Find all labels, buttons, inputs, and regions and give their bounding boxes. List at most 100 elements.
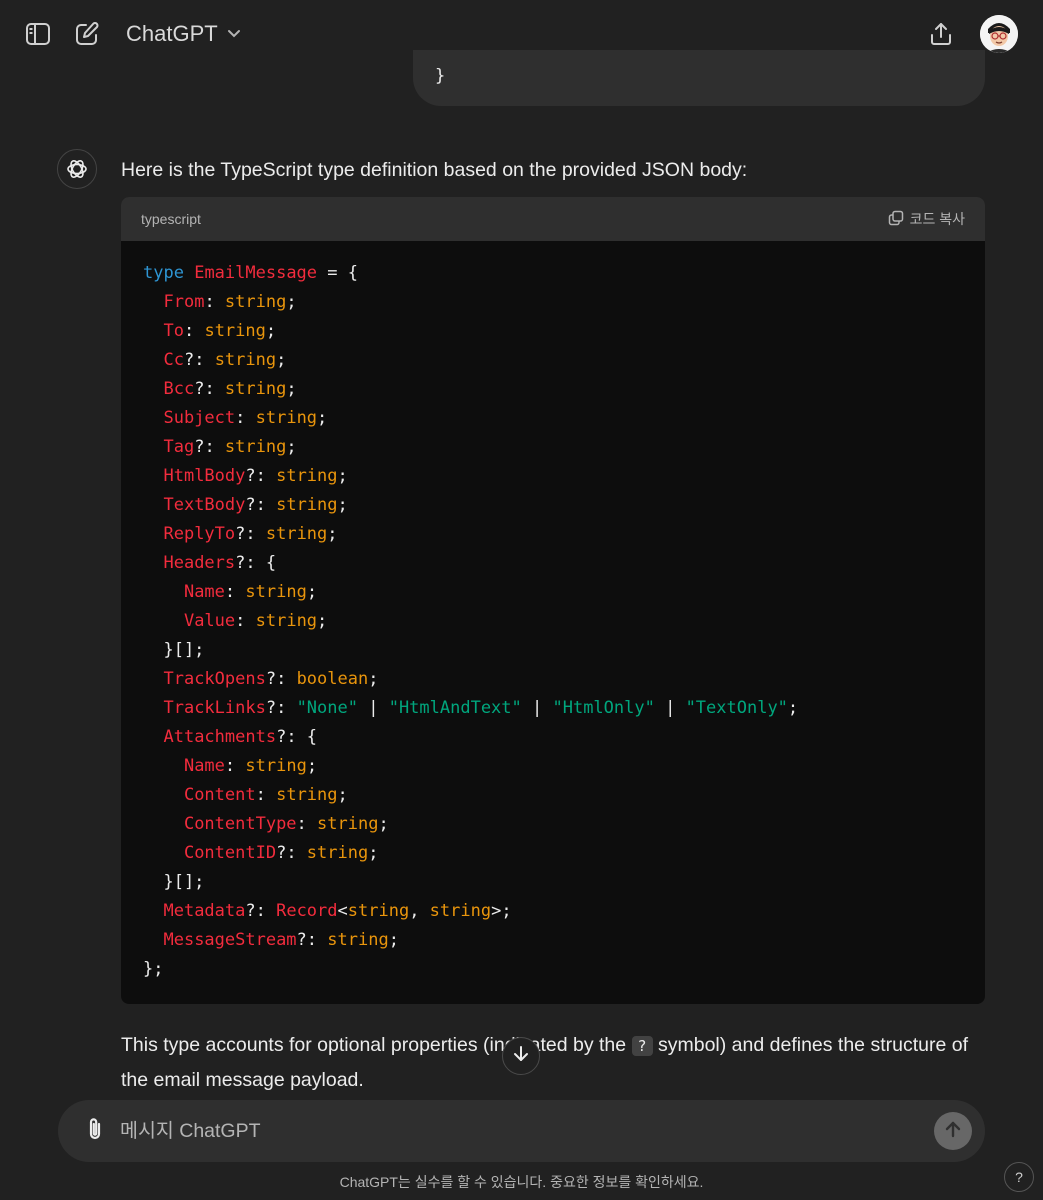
- code-line: Name: string;: [143, 752, 963, 781]
- code-token: string: [245, 582, 307, 602]
- message-input[interactable]: [120, 1100, 920, 1162]
- code-line: From: string;: [143, 288, 963, 317]
- code-token: >;: [491, 901, 512, 921]
- code-token: ;: [317, 611, 328, 631]
- code-token: ;: [286, 292, 297, 312]
- code-token: Headers: [163, 553, 236, 573]
- arrow-up-icon: [943, 1119, 963, 1144]
- code-token: From: [163, 292, 205, 312]
- share-icon[interactable]: [923, 16, 959, 52]
- code-line: Value: string;: [143, 607, 963, 636]
- code-token: string: [347, 901, 410, 921]
- user-message-text: }: [435, 66, 446, 86]
- copy-code-button[interactable]: 코드 복사: [888, 209, 965, 229]
- attach-button[interactable]: [78, 1114, 112, 1148]
- code-token: string: [327, 930, 389, 950]
- code-token: HtmlBody: [163, 466, 246, 486]
- code-token: string: [255, 611, 318, 631]
- user-avatar[interactable]: [980, 15, 1018, 53]
- code-line: TextBody?: string;: [143, 491, 963, 520]
- code-token: :: [204, 292, 225, 312]
- code-token: Record: [276, 901, 338, 921]
- code-token: ;: [317, 408, 328, 428]
- code-line: ContentID?: string;: [143, 839, 963, 868]
- copy-icon: [888, 210, 904, 229]
- code-token: ?:: [183, 350, 215, 370]
- code-token: ReplyTo: [163, 524, 236, 544]
- code-line: Headers?: {: [143, 549, 963, 578]
- code-token: ?:: [194, 379, 225, 399]
- code-token: "None": [296, 698, 358, 718]
- code-token: ContentID: [183, 843, 277, 863]
- code-line: Cc?: string;: [143, 346, 963, 375]
- code-token: TrackLinks: [163, 698, 266, 718]
- code-token: boolean: [296, 669, 369, 689]
- code-token: :: [296, 814, 318, 834]
- code-token: Tag: [163, 437, 195, 457]
- code-token: <: [337, 901, 348, 921]
- code-token: Value: [183, 611, 236, 631]
- code-token: |: [521, 698, 553, 718]
- sidebar-toggle-icon[interactable]: [20, 16, 56, 52]
- code-token: ?:: [245, 466, 277, 486]
- arrow-down-icon: [511, 1044, 531, 1069]
- code-token: ?:: [296, 930, 328, 950]
- code-token: ?:: [235, 524, 266, 544]
- code-token: ;: [337, 785, 348, 805]
- code-token: ;: [368, 669, 379, 689]
- code-token: string: [276, 495, 338, 515]
- code-block: typescript 코드 복사 type EmailMessage = { F…: [121, 197, 985, 1004]
- code-line: Metadata?: Record<string, string>;: [143, 897, 963, 926]
- code-token: :: [224, 756, 246, 776]
- code-line: MessageStream?: string;: [143, 926, 963, 955]
- new-chat-icon[interactable]: [69, 16, 105, 52]
- code-token: :: [224, 582, 246, 602]
- code-language-label: typescript: [141, 211, 201, 227]
- code-line: HtmlBody?: string;: [143, 462, 963, 491]
- code-token: string: [224, 437, 287, 457]
- code-token: |: [357, 698, 389, 718]
- code-token: :: [255, 785, 277, 805]
- code-token: Name: [183, 582, 225, 602]
- code-token: ?:: [265, 698, 297, 718]
- code-token: ;: [276, 350, 287, 370]
- code-token: }[];: [143, 640, 205, 660]
- code-token: string: [429, 901, 492, 921]
- code-token: ;: [368, 843, 379, 863]
- code-token: EmailMessage: [194, 263, 318, 283]
- code-token: ;: [378, 814, 389, 834]
- code-line: TrackLinks?: "None" | "HtmlAndText" | "H…: [143, 694, 963, 723]
- send-button[interactable]: [934, 1112, 972, 1150]
- code-line: Name: string;: [143, 578, 963, 607]
- code-token: ?:: [194, 437, 225, 457]
- code-token: type: [143, 263, 184, 283]
- code-token: ;: [286, 437, 297, 457]
- help-button[interactable]: ?: [1004, 1162, 1034, 1192]
- code-line: }[];: [143, 868, 963, 897]
- code-content: type EmailMessage = { From: string; To: …: [121, 241, 985, 1002]
- scroll-to-bottom-button[interactable]: [502, 1037, 540, 1075]
- code-token: string: [317, 814, 379, 834]
- copy-code-label: 코드 복사: [909, 211, 965, 227]
- inline-code: ?: [631, 1036, 653, 1056]
- code-token: string: [245, 756, 307, 776]
- code-token: ?: {: [276, 727, 318, 747]
- assistant-intro-text: Here is the TypeScript type definition b…: [121, 159, 748, 181]
- code-token: ?:: [276, 843, 307, 863]
- model-selector[interactable]: ChatGPT: [118, 16, 250, 52]
- code-token: Attachments: [163, 727, 277, 747]
- code-token: ;: [337, 495, 348, 515]
